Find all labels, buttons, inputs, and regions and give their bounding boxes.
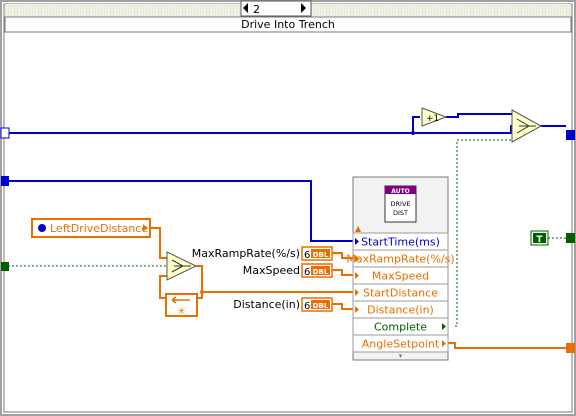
dbl-constant-type: DBL [313, 268, 329, 276]
true-constant-label: T [536, 235, 543, 245]
wire-junction [411, 131, 415, 135]
dbl-constant-maxspeed[interactable]: 6 DBL [301, 263, 333, 278]
drive-dist-subvi[interactable]: AUTO DRIVE DIST ▲ StartTime(ms) MaxRampRa… [346, 176, 455, 361]
case-structure-frame[interactable] [0, 0, 576, 416]
dbl-constant-prefix: 6 [304, 267, 310, 278]
maxramprate-label: MaxRampRate(%/s) [192, 247, 300, 260]
feedback-initializer-icon: ✳ [178, 307, 186, 317]
dbl-constant-prefix: 6 [304, 301, 310, 312]
dbl-constant-maxramprate[interactable]: 6 DBL [301, 246, 333, 261]
subvi-terminal-label: AngleSetpoint [362, 338, 440, 351]
local-variable-globe-icon [38, 224, 46, 232]
subvi-terminal-label: MaxRampRate(%/s) [346, 253, 454, 266]
double-wire-junction [200, 290, 204, 294]
subvi-icon-header-text: AUTO [391, 188, 410, 195]
case-selector-value: 2 [253, 3, 260, 16]
increment-label: +1 [426, 114, 439, 124]
subvi-terminal-label: Distance(in) [367, 304, 434, 317]
subvi-icon-text-line: DIST [393, 209, 408, 217]
distance-label: Distance(in) [233, 298, 300, 311]
subvi-terminal-row[interactable]: Distance(in) [352, 300, 449, 319]
subvi-expand-handle-icon[interactable]: ▾ [399, 352, 403, 360]
maxspeed-label: MaxSpeed [243, 264, 300, 277]
dbl-constant-type: DBL [313, 251, 329, 259]
dbl-constant-type: DBL [313, 302, 329, 310]
subvi-terminal-label: MaxSpeed [372, 270, 429, 283]
right-tunnel-double[interactable] [566, 343, 575, 353]
dbl-constant-distance[interactable]: 6 DBL [301, 297, 333, 312]
subvi-terminal-label: StartTime(ms) [361, 236, 440, 249]
left-tunnel-boolean[interactable] [1, 262, 9, 271]
subvi-terminal-label: StartDistance [363, 287, 438, 300]
case-selector[interactable] [240, 0, 312, 17]
left-tunnel-integer[interactable] [0, 127, 10, 139]
subvi-terminal-row[interactable]: Complete [352, 317, 449, 336]
left-tunnel-starttime[interactable] [1, 176, 9, 186]
subvi-terminal-row[interactable]: AngleSetpoint [352, 334, 449, 353]
subvi-resize-handle-top[interactable]: ▲ [355, 224, 362, 233]
block-diagram: Drive Into Trench 2 +1 T LeftDriveDistan… [0, 0, 576, 416]
subvi-terminal-row[interactable]: StartDistance [352, 283, 449, 302]
right-tunnel-integer[interactable] [566, 130, 575, 140]
subvi-terminal-row[interactable]: StartTime(ms) [352, 232, 449, 251]
subvi-icon-text-line: DRIVE [391, 200, 411, 208]
subvi-terminal-row[interactable]: MaxRampRate(%/s) [346, 249, 455, 268]
subvi-terminal-label: Complete [374, 321, 427, 334]
right-tunnel-boolean[interactable] [566, 233, 575, 243]
local-variable-label: LeftDriveDistance [50, 222, 148, 235]
dbl-constant-prefix: 6 [304, 250, 310, 261]
case-frame-label: Drive Into Trench [241, 18, 335, 31]
subvi-terminal-row[interactable]: MaxSpeed [352, 266, 449, 285]
